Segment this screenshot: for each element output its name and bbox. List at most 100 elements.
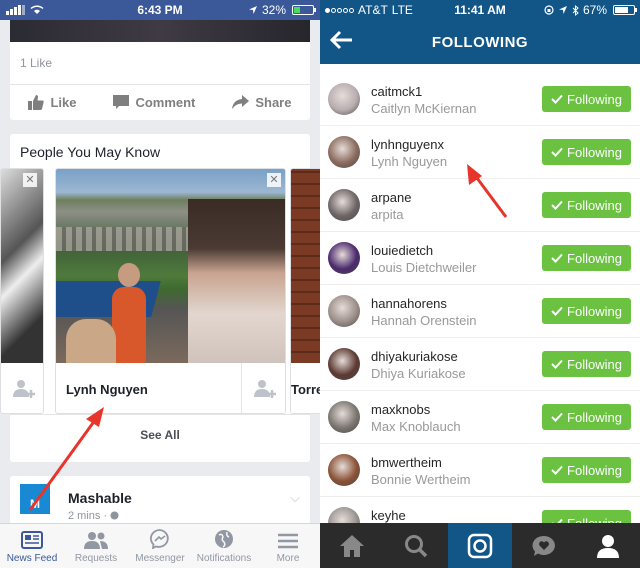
username[interactable]: dhiyakuriakose — [371, 349, 458, 364]
camera-icon — [467, 533, 493, 558]
avatar[interactable] — [328, 83, 360, 115]
tab-requests[interactable]: Requests — [64, 524, 128, 568]
add-friend-button[interactable] — [241, 363, 285, 413]
username[interactable]: maxknobs — [371, 402, 430, 417]
list-item[interactable]: lynhnguyenx Lynh Nguyen Following — [320, 126, 640, 179]
tab-camera[interactable] — [448, 523, 512, 568]
following-button[interactable]: Following — [542, 192, 631, 218]
list-item[interactable]: bmwertheim Bonnie Wertheim Following — [320, 444, 640, 497]
pymk-card[interactable]: ✕ Lynh Nguyen — [55, 168, 286, 414]
list-item[interactable]: maxknobs Max Knoblauch Following — [320, 391, 640, 444]
messenger-icon — [150, 529, 169, 549]
page-avatar[interactable]: M — [20, 484, 50, 514]
list-item[interactable]: dhiyakuriakose Dhiya Kuriakose Following — [320, 338, 640, 391]
pymk-carousel[interactable]: ✕ ✕ Lynh Nguyen Torr — [0, 168, 320, 414]
pymk-card-previous[interactable]: ✕ — [0, 168, 44, 414]
tab-home[interactable] — [320, 523, 384, 568]
post-card: 1 Like Like Comment Share — [10, 20, 310, 120]
share-label: Share — [255, 95, 292, 110]
list-item[interactable]: arpane arpita Following — [320, 179, 640, 232]
like-label: Like — [50, 95, 77, 110]
people-you-may-know-card: People You May Know ✕ ✕ Lynh Nguyen Torr… — [0, 134, 320, 462]
following-button[interactable]: Following — [542, 351, 631, 377]
avatar[interactable] — [328, 242, 360, 274]
tab-notifications[interactable]: Notifications — [192, 524, 256, 568]
tab-messenger[interactable]: Messenger — [128, 524, 192, 568]
tab-more[interactable]: More — [256, 524, 320, 568]
page-name[interactable]: Mashable — [68, 490, 132, 506]
username[interactable]: arpane — [371, 190, 411, 205]
add-friend-button[interactable] — [1, 363, 43, 413]
following-button[interactable]: Following — [542, 139, 631, 165]
profile-icon — [597, 534, 619, 558]
tab-label: More — [276, 553, 300, 564]
battery-percent: 67% — [582, 3, 607, 17]
username[interactable]: keyhe — [371, 508, 406, 523]
close-icon[interactable]: ✕ — [23, 173, 37, 187]
checkmark-icon — [551, 306, 563, 316]
following-button[interactable]: Following — [542, 245, 631, 271]
person-photo — [1, 169, 43, 363]
add-friend-icon — [253, 380, 276, 398]
pymk-card-footer: Torre — [291, 363, 320, 413]
page-title: FOLLOWING — [431, 34, 529, 51]
full-name: Caitlyn McKiernan — [371, 101, 477, 116]
following-label: Following — [567, 197, 622, 213]
friend-requests-icon — [84, 532, 108, 549]
see-all-link[interactable]: See All — [10, 428, 310, 442]
comment-label: Comment — [135, 95, 196, 110]
avatar[interactable] — [328, 136, 360, 168]
person-name[interactable]: Lynh Nguyen — [56, 382, 148, 397]
comment-button[interactable]: Comment — [113, 95, 195, 110]
username[interactable]: caitmck1 — [371, 84, 422, 99]
following-button[interactable]: Following — [542, 457, 631, 483]
tab-label: Requests — [74, 553, 118, 564]
person-name[interactable]: Torre — [291, 382, 320, 397]
following-button[interactable]: Following — [542, 298, 631, 324]
header-bar: AT&T LTE 11:41 AM 67% FOLLOWING — [320, 0, 640, 64]
person-photo — [291, 169, 320, 363]
add-friend-icon — [13, 380, 35, 398]
full-name: arpita — [371, 207, 404, 222]
username[interactable]: bmwertheim — [371, 455, 442, 470]
list-item[interactable]: hannahorens Hannah Orenstein Following — [320, 285, 640, 338]
tab-profile[interactable] — [576, 523, 640, 568]
tab-search[interactable] — [384, 523, 448, 568]
activity-bubble-icon — [532, 535, 555, 556]
full-name: Louis Dietchweiler — [371, 260, 477, 275]
close-icon[interactable]: ✕ — [267, 173, 281, 187]
list-item[interactable]: louiedietch Louis Dietchweiler Following — [320, 232, 640, 285]
full-name: Dhiya Kuriakose — [371, 366, 466, 381]
pymk-card-next[interactable]: Torre — [290, 168, 320, 414]
tab-activity[interactable] — [512, 523, 576, 568]
following-button[interactable]: Following — [542, 86, 631, 112]
signal-icon — [325, 7, 354, 13]
avatar[interactable] — [328, 348, 360, 380]
avatar[interactable] — [328, 189, 360, 221]
tab-label: Messenger — [135, 553, 185, 564]
globe-icon — [215, 530, 233, 548]
following-button[interactable]: Following — [542, 404, 631, 430]
location-icon — [558, 6, 567, 14]
full-name: Lynh Nguyen — [371, 154, 448, 169]
avatar[interactable] — [328, 401, 360, 433]
tab-news-feed[interactable]: News Feed — [0, 524, 64, 568]
share-arrow-icon — [232, 95, 250, 109]
username[interactable]: louiedietch — [371, 243, 433, 258]
carrier: AT&T — [358, 3, 388, 17]
avatar[interactable] — [328, 454, 360, 486]
avatar[interactable] — [328, 295, 360, 327]
like-count[interactable]: 1 Like — [20, 56, 52, 70]
list-item[interactable]: caitmck1 Caitlyn McKiernan Following — [320, 73, 640, 126]
checkmark-icon — [551, 465, 563, 475]
battery-icon — [292, 5, 316, 15]
username[interactable]: lynhnguyenx — [371, 137, 444, 152]
like-button[interactable]: Like — [28, 95, 76, 110]
share-button[interactable]: Share — [232, 95, 291, 110]
following-label: Following — [567, 250, 622, 266]
divider — [10, 414, 310, 415]
battery-percent: 32% — [261, 3, 286, 17]
comment-icon — [113, 95, 130, 109]
chevron-down-icon[interactable]: ⌵ — [290, 490, 300, 506]
username[interactable]: hannahorens — [371, 296, 447, 311]
